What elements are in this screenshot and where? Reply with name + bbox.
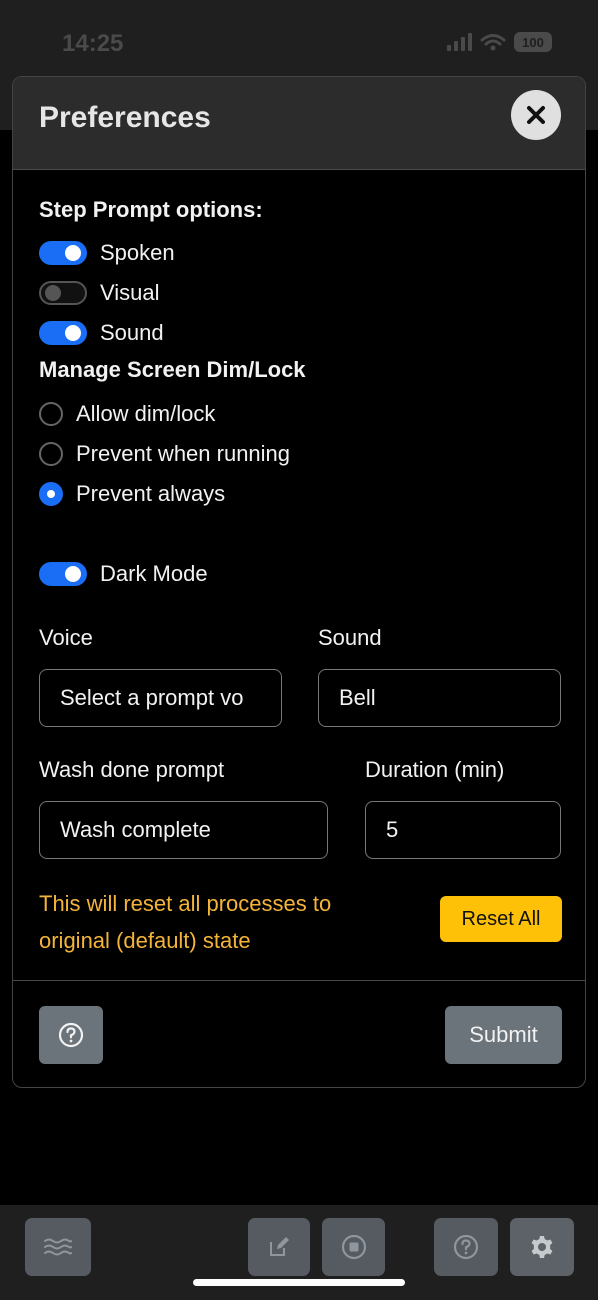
battery-icon: 100 bbox=[514, 32, 552, 52]
modal-title: Preferences bbox=[39, 101, 211, 134]
help-icon bbox=[58, 1022, 84, 1048]
radio-allow-dim-label: Allow dim/lock bbox=[76, 401, 216, 426]
signal-icon bbox=[447, 33, 472, 51]
radio-allow-dim[interactable]: Allow dim/lock bbox=[39, 401, 215, 427]
toggle-spoken[interactable]: Spoken bbox=[39, 240, 175, 266]
settings-button[interactable] bbox=[510, 1218, 574, 1276]
sound-switch[interactable] bbox=[39, 321, 87, 345]
sound-select[interactable]: Bell bbox=[318, 669, 561, 727]
waves-icon bbox=[44, 1238, 72, 1256]
toolbar-help-button[interactable] bbox=[434, 1218, 498, 1276]
submit-button[interactable]: Submit bbox=[445, 1006, 562, 1064]
radio-prevent-running[interactable]: Prevent when running bbox=[39, 441, 290, 467]
visual-label: Visual bbox=[100, 280, 160, 305]
radio-prevent-always-label: Prevent always bbox=[76, 481, 226, 506]
radio-prevent-always-input[interactable] bbox=[39, 482, 63, 506]
home-indicator[interactable] bbox=[193, 1279, 405, 1286]
wash-done-label: Wash done prompt bbox=[39, 757, 225, 782]
modal-header: Preferences bbox=[13, 77, 585, 170]
status-icons: 100 bbox=[447, 32, 552, 52]
voice-label: Voice bbox=[39, 625, 93, 650]
duration-input[interactable]: 5 bbox=[365, 801, 561, 859]
toggle-dark-mode[interactable]: Dark Mode bbox=[39, 561, 208, 587]
screen-dim-heading: Manage Screen Dim/Lock bbox=[39, 357, 306, 382]
help-button[interactable] bbox=[39, 1006, 103, 1064]
toggle-visual[interactable]: Visual bbox=[39, 280, 160, 306]
help-icon bbox=[453, 1234, 479, 1260]
duration-label: Duration (min) bbox=[365, 757, 505, 782]
step-prompt-heading: Step Prompt options: bbox=[39, 197, 263, 222]
close-button[interactable] bbox=[511, 90, 561, 140]
radio-prevent-always[interactable]: Prevent always bbox=[39, 481, 225, 507]
radio-allow-dim-input[interactable] bbox=[39, 402, 63, 426]
gear-icon bbox=[531, 1236, 553, 1258]
voice-select[interactable]: Select a prompt vo bbox=[39, 669, 282, 727]
radio-prevent-running-input[interactable] bbox=[39, 442, 63, 466]
toggle-sound[interactable]: Sound bbox=[39, 320, 164, 346]
status-time: 14:25 bbox=[62, 30, 124, 57]
reset-warning: This will reset all processes to origina… bbox=[39, 891, 332, 953]
edit-button[interactable] bbox=[248, 1218, 310, 1276]
sound-select-label: Sound bbox=[318, 625, 382, 650]
spoken-switch[interactable] bbox=[39, 241, 87, 265]
wifi-icon bbox=[480, 34, 506, 51]
footer-divider bbox=[13, 980, 585, 981]
dark-mode-switch[interactable] bbox=[39, 562, 87, 586]
preferences-modal: Preferences Step Prompt options: Spoken … bbox=[12, 76, 586, 1088]
reset-all-button[interactable]: Reset All bbox=[440, 896, 562, 942]
sound-label: Sound bbox=[100, 320, 164, 345]
edit-icon bbox=[270, 1237, 289, 1256]
radio-prevent-running-label: Prevent when running bbox=[76, 441, 291, 466]
spoken-label: Spoken bbox=[100, 240, 175, 265]
visual-switch[interactable] bbox=[39, 281, 87, 305]
stop-icon bbox=[341, 1234, 366, 1260]
wash-done-input[interactable]: Wash complete bbox=[39, 801, 328, 859]
stop-button[interactable] bbox=[322, 1218, 385, 1276]
waves-button[interactable] bbox=[25, 1218, 91, 1276]
close-icon bbox=[527, 106, 545, 124]
dark-mode-label: Dark Mode bbox=[100, 561, 208, 586]
